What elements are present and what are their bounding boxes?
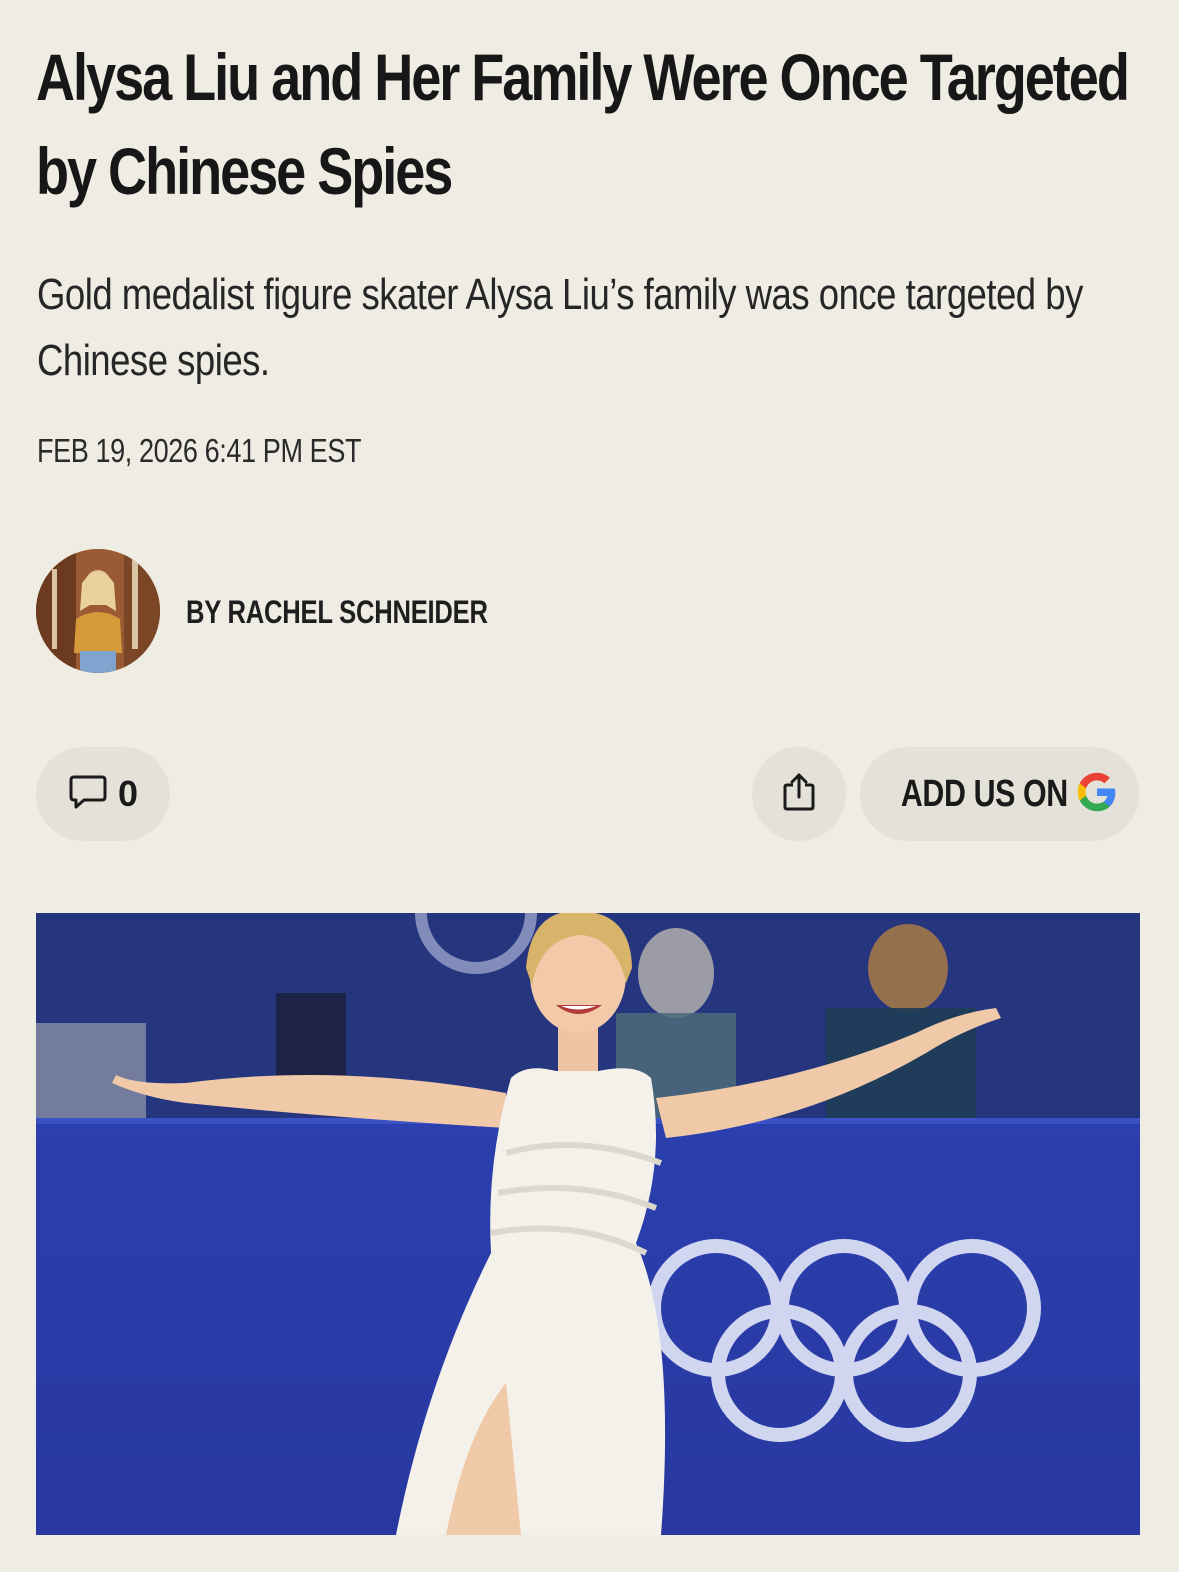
share-button[interactable] (752, 747, 846, 841)
author-photo (36, 549, 160, 673)
figure-skater-photo (36, 913, 1140, 1535)
comments-button[interactable]: 0 (36, 747, 170, 841)
google-g-icon (1075, 770, 1119, 819)
share-icon (781, 771, 817, 818)
add-us-on-google-button[interactable]: ADD US ON (860, 747, 1139, 841)
article-timestamp: FEB 19, 2026 6:41 PM EST (37, 432, 362, 469)
hero-image (36, 913, 1140, 1535)
add-us-label: ADD US ON (900, 772, 1068, 815)
comment-bubble-icon (68, 773, 108, 816)
author-avatar[interactable] (36, 549, 160, 673)
article-dek: Gold medalist figure skater Alysa Liu’s … (37, 270, 1083, 385)
article-headline: Alysa Liu and Her Family Were Once Targe… (36, 40, 1130, 208)
author-byline[interactable]: BY RACHEL SCHNEIDER (186, 594, 488, 631)
article-page: Alysa Liu and Her Family Were Once Targe… (0, 0, 1179, 1572)
comment-count: 0 (117, 773, 139, 814)
